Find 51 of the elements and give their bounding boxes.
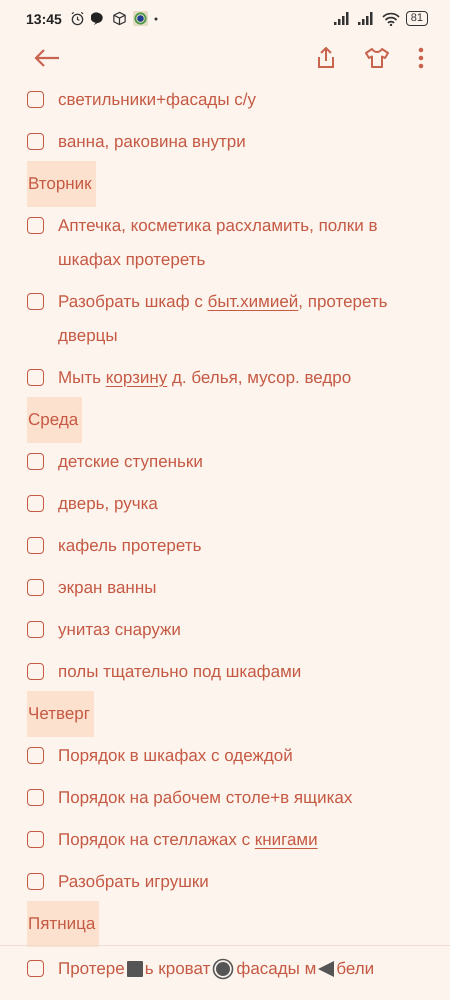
task-text: унитаз снаружи: [58, 618, 182, 641]
checkbox[interactable]: [27, 494, 44, 512]
more-icon: [418, 47, 424, 70]
task-text: Разобрать игрушки: [58, 870, 210, 893]
checkbox[interactable]: [27, 368, 44, 386]
battery-indicator: 81: [406, 11, 428, 26]
task-text: дверь, ручка: [58, 492, 159, 515]
link[interactable]: книгами: [254, 830, 318, 849]
task-text: детские ступеньки: [58, 450, 204, 473]
app-icon: [132, 11, 148, 26]
checkbox[interactable]: [27, 620, 44, 638]
section-heading: Среда: [27, 396, 82, 443]
task-text: Порядок на стеллажах с книгами: [58, 828, 319, 851]
task-text: ванна, раковина внутри: [58, 130, 247, 153]
section-heading: Четверг: [27, 690, 94, 737]
status-time: 13:45: [26, 10, 62, 27]
task-text: бели: [336, 958, 374, 980]
checkbox[interactable]: [27, 662, 44, 680]
checkbox[interactable]: [27, 960, 44, 977]
checkbox[interactable]: [27, 90, 44, 108]
link[interactable]: быт.химией: [208, 292, 298, 311]
checkbox[interactable]: [27, 452, 44, 470]
checkbox[interactable]: [27, 132, 44, 150]
task-text: фасады м: [236, 958, 316, 980]
task-text: светильники+фасады с/у: [58, 88, 258, 111]
section-heading: Пятница: [27, 900, 100, 947]
checkbox[interactable]: [27, 216, 44, 234]
recents-icon[interactable]: [126, 960, 143, 977]
task-text: Мыть корзину д. белья, мусор. ведро: [58, 366, 352, 389]
task-text: полы тщательно под шкафами: [58, 660, 302, 683]
task-text: ь кроват: [144, 958, 210, 980]
alarm-icon: [70, 11, 85, 26]
home-icon[interactable]: [212, 958, 234, 980]
checkbox[interactable]: [27, 788, 44, 806]
checkbox[interactable]: [27, 536, 44, 554]
task-text: Протере: [58, 958, 125, 980]
wifi-icon: [382, 12, 400, 26]
task-text: кафель протереть: [58, 534, 202, 557]
back-nav-icon[interactable]: [318, 960, 334, 977]
checkbox[interactable]: [27, 830, 44, 848]
checkbox[interactable]: [27, 872, 44, 890]
section-heading: Вторник: [27, 160, 96, 207]
checkbox[interactable]: [27, 292, 44, 310]
task-text: Порядок на рабочем столе+в ящиках: [58, 786, 354, 809]
link[interactable]: корзину: [106, 368, 168, 387]
box-icon: [112, 11, 127, 26]
checkbox[interactable]: [27, 746, 44, 764]
task-text: Порядок в шкафах с одеждой: [58, 744, 294, 767]
dot-icon: [154, 16, 158, 21]
checkbox[interactable]: [27, 578, 44, 596]
task-text: экран ванны: [58, 576, 158, 599]
